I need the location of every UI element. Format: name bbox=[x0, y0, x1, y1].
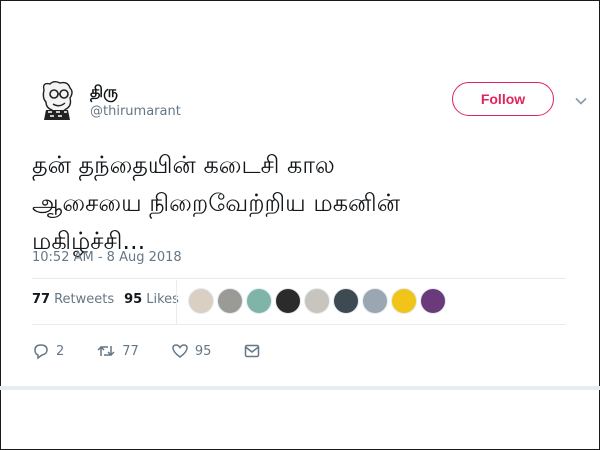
divider bbox=[32, 278, 566, 279]
liker-avatar[interactable] bbox=[217, 288, 243, 314]
heart-icon bbox=[172, 344, 188, 358]
tweet-text-line: ஆசையை நிறைவேற்றிய மகனின் bbox=[32, 189, 401, 217]
tweet-text: தன் தந்தையின் கடைசி கால ஆசையை நிறைவேற்றி… bbox=[32, 146, 572, 260]
liker-avatar[interactable] bbox=[362, 288, 388, 314]
liker-avatar[interactable] bbox=[391, 288, 417, 314]
liker-avatar[interactable] bbox=[420, 288, 446, 314]
tweet-stats: 77 Retweets 95 Likes bbox=[32, 292, 189, 307]
retweet-button[interactable]: 77 bbox=[96, 342, 139, 360]
likes-label: Likes bbox=[146, 292, 179, 307]
tweet-text-line: தன் தந்தையின் கடைசி கால bbox=[32, 151, 335, 179]
retweets-label: Retweets bbox=[54, 292, 115, 307]
retweet-count: 77 bbox=[122, 343, 139, 359]
likes-stat[interactable]: 95 Likes bbox=[124, 292, 179, 307]
user-handle[interactable]: @thirumarant bbox=[90, 104, 181, 119]
liker-avatars bbox=[188, 288, 449, 314]
tweet-timestamp[interactable]: 10:52 AM - 8 Aug 2018 bbox=[32, 250, 182, 265]
tweet-card: திரு @thirumarant Follow தன் தந்தையின் க… bbox=[16, 66, 587, 388]
liker-avatar[interactable] bbox=[304, 288, 330, 314]
like-button[interactable]: 95 bbox=[171, 342, 212, 360]
liker-avatar[interactable] bbox=[333, 288, 359, 314]
liker-avatar[interactable] bbox=[275, 288, 301, 314]
card-bottom-border bbox=[0, 386, 600, 390]
liker-avatar[interactable] bbox=[188, 288, 214, 314]
reply-button[interactable]: 2 bbox=[32, 342, 64, 360]
reply-icon bbox=[34, 344, 48, 360]
direct-message-button[interactable] bbox=[243, 342, 267, 360]
stats-separator bbox=[176, 280, 177, 324]
follow-button[interactable]: Follow bbox=[452, 82, 554, 116]
likes-count: 95 bbox=[124, 292, 143, 307]
retweets-stat[interactable]: 77 Retweets bbox=[32, 292, 114, 307]
tweet-actions: 2 77 95 bbox=[32, 342, 299, 360]
liker-avatar[interactable] bbox=[246, 288, 272, 314]
chevron-down-icon[interactable] bbox=[574, 94, 588, 108]
like-count: 95 bbox=[194, 343, 212, 359]
avatar[interactable] bbox=[34, 76, 80, 122]
divider bbox=[32, 324, 566, 325]
display-name[interactable]: திரு bbox=[90, 82, 118, 103]
reply-count: 2 bbox=[56, 343, 65, 359]
retweet-icon bbox=[97, 345, 115, 357]
mail-icon bbox=[245, 344, 260, 358]
retweets-count: 77 bbox=[32, 292, 51, 307]
